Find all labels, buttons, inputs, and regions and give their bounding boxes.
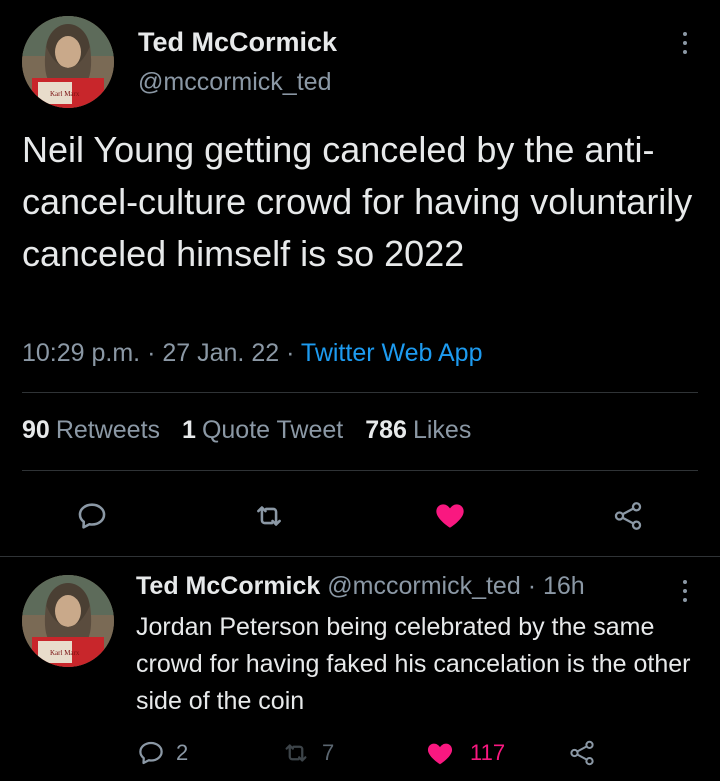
avatar-book-text: Karl Marx: [50, 649, 80, 657]
reply-time[interactable]: 16h: [543, 572, 585, 600]
tweet-time[interactable]: 10:29 p.m.: [22, 339, 140, 367]
reply-retweet-button[interactable]: 7: [280, 735, 334, 771]
like-button[interactable]: [430, 496, 470, 534]
reply-author-avatar[interactable]: Karl Marx: [22, 575, 114, 667]
main-tweet: Karl Marx Ted McCormick @mccormick_ted N…: [0, 0, 720, 556]
like-count: 117: [470, 740, 506, 765]
reply-button[interactable]: [72, 497, 112, 535]
likes-stat[interactable]: 786 Likes: [365, 416, 471, 445]
reply-author-handle[interactable]: @mccormick_ted: [327, 572, 520, 600]
share-icon: [614, 502, 642, 530]
avatar-image: Karl Marx: [22, 16, 114, 108]
quotes-stat[interactable]: 1 Quote Tweet: [182, 416, 343, 445]
reply-count: 2: [176, 740, 189, 765]
reply-text: Jordan Peterson being celebrated by the …: [136, 613, 691, 715]
meta-separator: ·: [147, 339, 156, 367]
more-options-button[interactable]: [670, 26, 700, 66]
retweets-stat[interactable]: 90 Retweets: [22, 416, 160, 445]
reply-icon: [78, 503, 106, 529]
like-icon: [427, 743, 453, 765]
reply-more-options-button[interactable]: [670, 574, 700, 610]
reply-like-button[interactable]: 117: [424, 735, 505, 771]
like-icon: [436, 504, 464, 528]
reply-author-name[interactable]: Ted McCormick: [136, 572, 320, 600]
avatar-image: Karl Marx: [22, 575, 114, 667]
reply-icon: [139, 741, 163, 765]
reply-share-button[interactable]: [566, 735, 598, 771]
reply-header: Ted McCormick @mccormick_ted · 16h: [136, 572, 585, 601]
more-icon: [670, 574, 700, 602]
tweet-meta: 10:29 p.m. · 27 Jan. 22 · Twitter Web Ap…: [22, 339, 483, 368]
retweet-icon: [257, 506, 281, 526]
meta-separator: ·: [286, 339, 295, 367]
retweet-button[interactable]: [249, 497, 289, 535]
retweet-count: 7: [322, 740, 335, 765]
divider: [22, 392, 698, 393]
tweet-stats: 90 Retweets 1 Quote Tweet 786 Likes: [22, 416, 471, 445]
tweet-date[interactable]: 27 Jan. 22: [162, 339, 279, 367]
divider: [22, 470, 698, 471]
share-button[interactable]: [608, 497, 648, 535]
reply-reply-button[interactable]: 2: [136, 735, 188, 771]
avatar-book-text: Karl Marx: [50, 90, 80, 98]
author-handle[interactable]: @mccormick_ted: [138, 68, 331, 97]
reply-separator: ·: [527, 572, 537, 600]
divider: [0, 556, 720, 557]
share-icon: [570, 740, 594, 766]
author-name[interactable]: Ted McCormick: [138, 27, 337, 58]
author-avatar[interactable]: Karl Marx: [22, 16, 114, 108]
more-icon: [670, 26, 700, 54]
source-app-link[interactable]: Twitter Web App: [301, 339, 483, 367]
tweet-text: Neil Young getting canceled by the anti-…: [22, 129, 693, 274]
retweet-icon: [285, 744, 307, 762]
